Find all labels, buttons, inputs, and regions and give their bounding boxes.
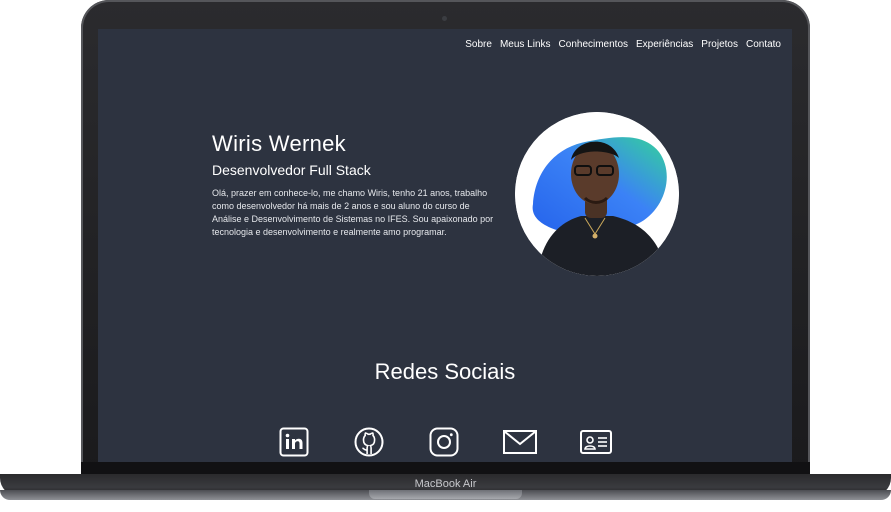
webcam — [442, 16, 447, 21]
instagram-icon[interactable] — [429, 427, 459, 461]
nav-item-experiencias[interactable]: Experiências — [636, 39, 693, 50]
nav-item-meus-links[interactable]: Meus Links — [500, 39, 551, 50]
hero-bio: Olá, prazer em conhece-lo, me chamo Wiri… — [212, 188, 494, 237]
nav-item-contato[interactable]: Contato — [746, 39, 781, 50]
contact-card-icon[interactable] — [580, 430, 612, 458]
nav-item-conhecimentos[interactable]: Conhecimentos — [559, 39, 628, 50]
section-title-redes-sociais: Redes Sociais — [374, 359, 516, 384]
top-navigation: Sobre Meus Links Conhecimentos Experiênc… — [465, 39, 781, 50]
social-links — [279, 427, 613, 461]
hero-role: Desenvolvedor Full Stack — [212, 162, 371, 178]
email-icon[interactable] — [503, 430, 537, 458]
nav-item-projetos[interactable]: Projetos — [701, 39, 738, 50]
profile-photo — [515, 112, 679, 276]
device-label: MacBook Air — [414, 478, 477, 490]
nav-item-sobre[interactable]: Sobre — [465, 39, 492, 50]
github-icon[interactable] — [354, 427, 384, 461]
hero-name: Wiris Wernek — [212, 131, 346, 156]
laptop-notch — [369, 490, 522, 499]
linkedin-icon[interactable] — [279, 427, 309, 461]
browser-viewport: Sobre Meus Links Conhecimentos Experiênc… — [98, 29, 792, 462]
